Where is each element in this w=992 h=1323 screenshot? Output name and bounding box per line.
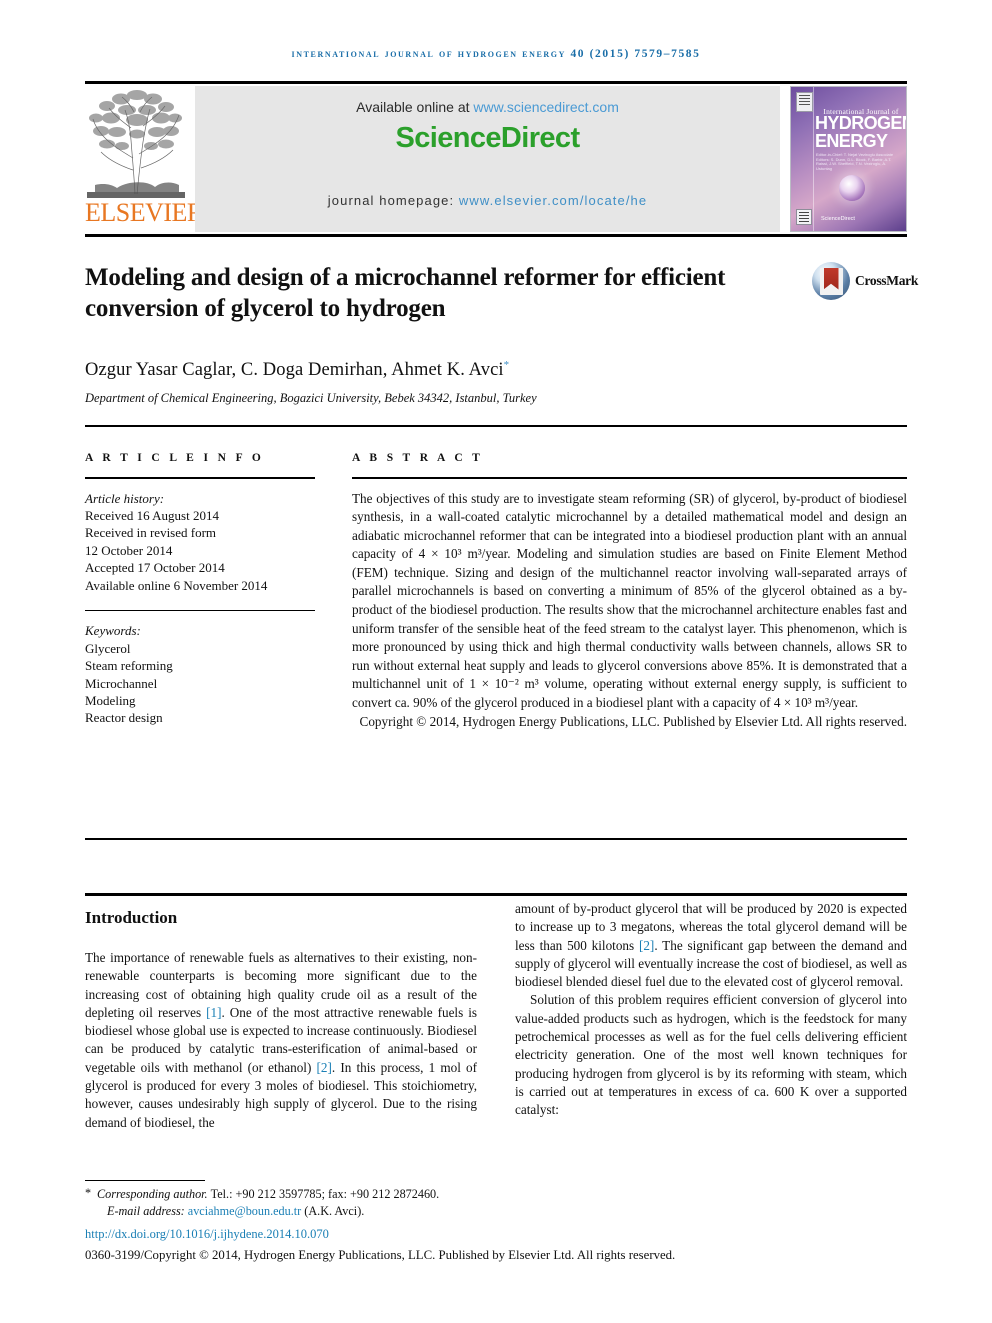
article-history-item: Accepted 17 October 2014 <box>85 560 225 576</box>
body-right-column: amount of by-product glycerol that will … <box>515 900 907 1120</box>
keyword-item: Modeling <box>85 693 136 709</box>
keyword-item: Glycerol <box>85 640 131 656</box>
keywords-block: Keywords: Glycerol Steam reforming Micro… <box>85 622 315 726</box>
intro-paragraph-right-2: Solution of this problem requires effici… <box>515 992 907 1118</box>
body-left-column: Introduction The importance of renewable… <box>85 900 477 1132</box>
keyword-item: Steam reforming <box>85 658 173 674</box>
article-history-label: Article history: <box>85 490 165 506</box>
article-info-heading: A R T I C L E I N F O <box>85 452 265 464</box>
abstract-column: A B S T R A C T The objectives of this s… <box>352 452 907 731</box>
running-head: International Journal of Hydrogen Energy… <box>291 48 701 60</box>
elsevier-tree-icon <box>87 88 185 198</box>
author-section-rule <box>85 425 907 427</box>
keywords-label: Keywords: <box>85 623 141 639</box>
elsevier-logo-block: ELSEVIER <box>85 86 204 232</box>
intro-paragraph-left: The importance of renewable fuels as alt… <box>85 949 477 1132</box>
cover-title-line1: HYDROGEN <box>815 113 907 133</box>
article-history-item: Available online 6 November 2014 <box>85 577 268 593</box>
citation-ref-2[interactable]: [2] <box>317 1060 332 1075</box>
crossmark-icon-inner <box>819 267 843 295</box>
sciencedirect-wordmark: ScienceDirect <box>395 122 580 154</box>
corresponding-author-phone: Tel.: +90 212 3597785; fax: +90 212 2872… <box>210 1187 440 1201</box>
corresponding-star-marker: * <box>85 1186 92 1200</box>
email-note: E-mail address: avciahme@boun.edu.tr (A.… <box>85 1203 907 1220</box>
cover-title-line2: ENERGY <box>815 131 888 151</box>
crossmark-icon <box>812 262 850 300</box>
cover-sciencedirect-mark: ScienceDirect <box>821 216 855 222</box>
keyword-item: Microchannel <box>85 675 158 691</box>
body-top-rule <box>85 893 907 896</box>
footnotes-block: * Corresponding author. Tel.: +90 212 359… <box>85 1186 907 1219</box>
corresponding-author-marker: * <box>503 359 510 371</box>
article-info-column: A R T I C L E I N F O Article history: R… <box>85 452 315 727</box>
article-history-item: 12 October 2014 <box>85 542 173 558</box>
footnote-rule <box>85 1180 205 1181</box>
cover-footer-badge-icon <box>796 209 812 225</box>
abstract-rule <box>352 477 907 479</box>
abstract-text: The objectives of this study are to inve… <box>352 490 907 711</box>
article-history-item: Received 16 August 2014 <box>85 507 219 523</box>
article-history-item: Received in revised form <box>85 525 217 541</box>
abstract-bottom-rule <box>85 838 907 840</box>
sciencedirect-banner: Available online at www.sciencedirect.co… <box>195 86 780 232</box>
keywords-rule <box>85 609 315 612</box>
masthead-bottom-rule <box>85 234 907 237</box>
journal-cover-image: International Journal of HYDROGEN ENERGY… <box>790 86 907 232</box>
journal-homepage-line: journal homepage: www.elsevier.com/locat… <box>195 193 780 208</box>
cover-ihe-badge-icon <box>796 92 813 112</box>
crossmark-badge[interactable]: CrossMark <box>812 262 919 302</box>
available-online-line: Available online at www.sciencedirect.co… <box>195 99 780 115</box>
issn-copyright-line: 0360-3199/Copyright © 2014, Hydrogen Ene… <box>85 1248 676 1262</box>
masthead: ELSEVIER Available online at www.science… <box>85 86 907 232</box>
author-list: Ozgur Yasar Caglar, C. Doga Demirhan, Ah… <box>85 359 845 381</box>
title-block: Modeling and design of a microchannel re… <box>85 262 785 324</box>
available-online-prefix: Available online at <box>356 99 474 115</box>
cover-orb-graphic <box>839 175 865 201</box>
intro-paragraph-right-1: amount of by-product glycerol that will … <box>515 900 907 991</box>
abstract-heading: A B S T R A C T <box>352 452 484 464</box>
email-address-link[interactable]: avciahme@boun.edu.tr <box>188 1204 301 1218</box>
corresponding-author-note: * Corresponding author. Tel.: +90 212 359… <box>85 1186 907 1203</box>
crossmark-ribbon-icon <box>823 267 839 290</box>
elsevier-wordmark: ELSEVIER <box>85 198 204 227</box>
author-names: Ozgur Yasar Caglar, C. Doga Demirhan, Ah… <box>85 360 504 381</box>
cover-title: HYDROGEN ENERGY <box>815 113 907 151</box>
cover-divider <box>813 87 814 231</box>
article-history-block: Article history: Received 16 August 2014… <box>85 490 315 594</box>
citation-ref-1[interactable]: [1] <box>206 1005 221 1020</box>
cover-editors: Editor-in-Chief: T. Nejat Veziroglu Asso… <box>816 152 894 171</box>
doi-link[interactable]: http://dx.doi.org/10.1016/j.ijhydene.201… <box>85 1227 329 1242</box>
journal-article-page: International Journal of Hydrogen Energy… <box>0 0 992 1323</box>
email-address-label: E-mail address: <box>107 1203 188 1218</box>
sciencedirect-url-link[interactable]: www.sciencedirect.com <box>473 99 619 115</box>
corresponding-author-label: Corresponding author. <box>97 1187 211 1201</box>
journal-homepage-link[interactable]: www.elsevier.com/locate/he <box>459 193 647 208</box>
journal-homepage-label: journal homepage: <box>327 193 459 208</box>
affiliation: Department of Chemical Engineering, Boga… <box>85 391 537 405</box>
keyword-item: Reactor design <box>85 710 163 726</box>
article-info-rule <box>85 477 315 479</box>
email-address-owner: (A.K. Avci). <box>301 1203 365 1218</box>
citation-ref-2b[interactable]: [2] <box>639 938 654 953</box>
top-rule <box>85 81 907 84</box>
abstract-copyright: Copyright © 2014, Hydrogen Energy Public… <box>359 713 907 729</box>
section-title-introduction: Introduction <box>85 908 178 927</box>
crossmark-label: CrossMark <box>855 273 919 288</box>
page-title: Modeling and design of a microchannel re… <box>85 264 726 322</box>
